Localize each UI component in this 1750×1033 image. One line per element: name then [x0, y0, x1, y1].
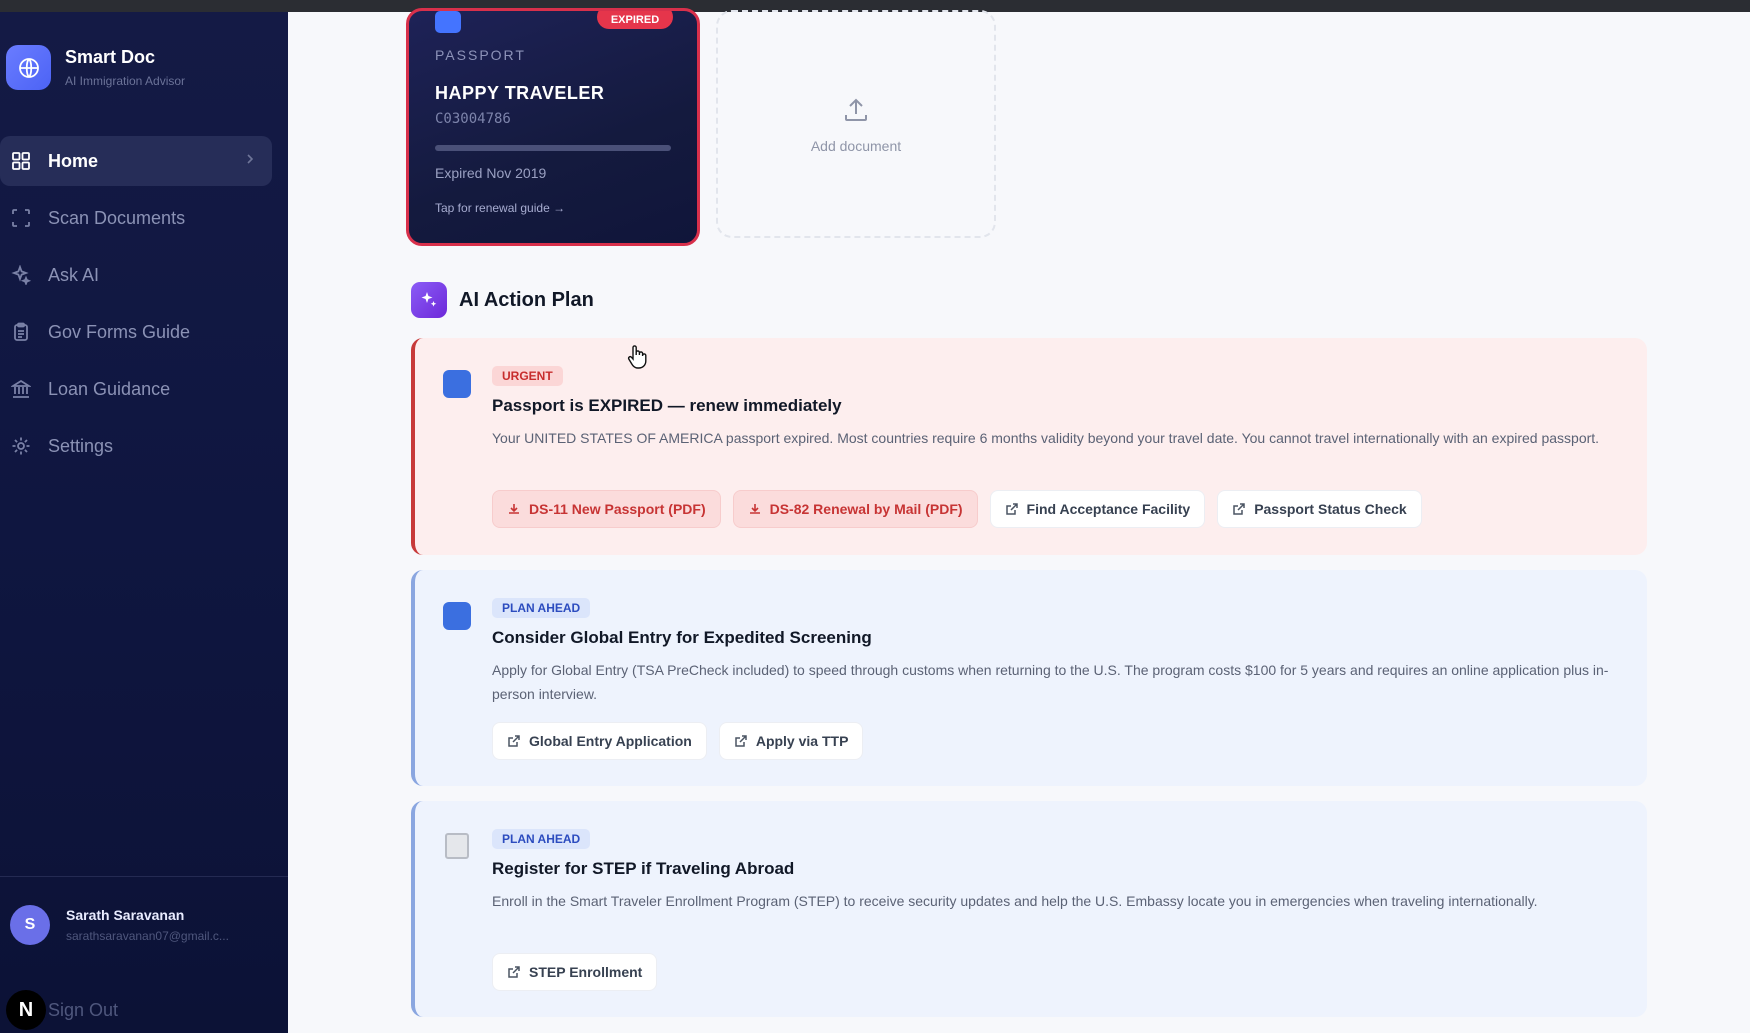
card-title: Register for STEP if Traveling Abroad	[492, 859, 795, 878]
sparkle-icon	[10, 264, 32, 286]
grid-icon	[10, 150, 32, 172]
brand-title: Smart Doc	[65, 47, 156, 67]
sign-out-button[interactable]: N Sign Out	[6, 990, 118, 1030]
passport-icon	[443, 370, 471, 398]
sidebar-item-label: Loan Guidance	[48, 378, 171, 399]
chevron-right-icon	[246, 152, 254, 170]
sidebar-item-gov-forms-guide[interactable]: Gov Forms Guide	[0, 307, 272, 357]
external-link-icon	[507, 965, 521, 979]
expiry-date: Expired Nov 2019	[435, 165, 547, 181]
sidebar-divider	[0, 876, 288, 877]
download-icon	[748, 502, 762, 516]
plan-ahead-tag: PLAN AHEAD	[492, 829, 591, 849]
sidebar-item-home[interactable]: Home	[0, 136, 272, 186]
passport-card[interactable]: EXPIRED PASSPORT HAPPY TRAVELER C0300478…	[406, 8, 700, 246]
sidebar-item-label: Gov Forms Guide	[48, 321, 191, 342]
card-description: Apply for Global Entry (TSA PreCheck inc…	[492, 662, 1609, 702]
sidebar-item-scan-documents[interactable]: Scan Documents	[0, 193, 272, 243]
document-icon	[445, 833, 469, 859]
plan-ahead-tag: PLAN AHEAD	[492, 598, 591, 618]
sidebar-item-label: Ask AI	[48, 264, 100, 285]
button-label: Find Acceptance Facility	[1026, 501, 1191, 517]
brand-subtitle: AI Immigration Advisor	[65, 74, 186, 88]
urgent-tag: URGENT	[492, 366, 563, 386]
passport-icon	[443, 602, 471, 630]
holder-name: HAPPY TRAVELER	[435, 83, 605, 103]
button-label: Global Entry Application	[529, 733, 692, 749]
globe-icon	[6, 45, 51, 90]
ds82-download-button[interactable]: DS-82 Renewal by Mail (PDF)	[732, 490, 978, 528]
add-document-label: Add document	[810, 137, 902, 154]
add-document-tile[interactable]: Add document	[716, 10, 996, 238]
sidebar-item-ask-ai[interactable]: Ask AI	[0, 250, 272, 300]
sidebar-item-label: Home	[48, 150, 99, 171]
clipboard-icon	[10, 321, 32, 343]
renewal-guide-link[interactable]: Tap for renewal guide →	[435, 201, 565, 215]
card-description: Enroll in the Smart Traveler Enrollment …	[492, 893, 1538, 909]
action-card-urgent: URGENT Passport is EXPIRED — renew immed…	[411, 338, 1647, 555]
download-icon	[507, 502, 521, 516]
sidebar-item-settings[interactable]: Settings	[0, 421, 272, 471]
ds11-download-button[interactable]: DS-11 New Passport (PDF)	[492, 490, 721, 528]
sidebar: Smart Doc AI Immigration Advisor Home Sc…	[0, 12, 288, 1033]
brand[interactable]: Smart Doc AI Immigration Advisor	[6, 45, 185, 90]
expired-badge: EXPIRED	[597, 11, 673, 29]
action-card-step: PLAN AHEAD Register for STEP if Travelin…	[411, 801, 1647, 1017]
button-label: STEP Enrollment	[529, 964, 643, 980]
global-entry-application-button[interactable]: Global Entry Application	[492, 722, 707, 760]
card-title: Consider Global Entry for Expedited Scre…	[492, 628, 872, 647]
card-actions: Global Entry Application Apply via TTP	[492, 722, 875, 760]
n-badge: N	[6, 990, 46, 1030]
button-label: DS-82 Renewal by Mail (PDF)	[769, 501, 963, 517]
apply-via-ttp-button[interactable]: Apply via TTP	[718, 722, 864, 760]
sidebar-nav: Home Scan Documents Ask AI Gov Forms Gui…	[0, 136, 288, 478]
scan-icon	[10, 207, 32, 229]
sidebar-item-label: Settings	[48, 435, 114, 456]
action-card-global-entry: PLAN AHEAD Consider Global Entry for Exp…	[411, 570, 1647, 786]
upload-icon	[841, 95, 871, 130]
external-link-icon	[1005, 502, 1019, 516]
passport-status-check-button[interactable]: Passport Status Check	[1217, 490, 1422, 528]
button-label: Passport Status Check	[1254, 501, 1407, 517]
card-actions: DS-11 New Passport (PDF) DS-82 Renewal b…	[492, 490, 1434, 528]
avatar: S	[10, 905, 50, 945]
find-acceptance-facility-button[interactable]: Find Acceptance Facility	[989, 490, 1206, 528]
gear-icon	[10, 435, 32, 457]
user-email: sarathsaravanan07@gmail.c...	[66, 929, 229, 943]
card-description: Your UNITED STATES OF AMERICA passport e…	[492, 430, 1600, 446]
flag-icon	[435, 11, 461, 33]
external-link-icon	[1232, 502, 1246, 516]
button-label: Apply via TTP	[755, 733, 849, 749]
external-link-icon	[507, 734, 521, 748]
document-type: PASSPORT	[435, 47, 526, 63]
sidebar-item-loan-guidance[interactable]: Loan Guidance	[0, 364, 272, 414]
hand-cursor-icon	[626, 344, 648, 375]
user-name: Sarath Saravanan	[66, 907, 185, 923]
bank-icon	[10, 378, 32, 400]
step-enrollment-button[interactable]: STEP Enrollment	[492, 953, 658, 991]
external-link-icon	[734, 734, 748, 748]
passport-number: C03004786	[435, 111, 511, 127]
validity-bar	[435, 145, 671, 151]
action-plan-header: AI Action Plan	[411, 282, 594, 318]
sign-out-label: Sign Out	[48, 999, 119, 1020]
button-label: DS-11 New Passport (PDF)	[529, 501, 706, 517]
action-plan-title: AI Action Plan	[459, 288, 594, 311]
card-title: Passport is EXPIRED — renew immediately	[492, 396, 842, 415]
user-profile[interactable]: S Sarath Saravanan sarathsaravanan07@gma…	[10, 905, 229, 945]
card-actions: STEP Enrollment	[492, 953, 669, 991]
sparkle-icon	[411, 282, 447, 318]
sidebar-item-label: Scan Documents	[48, 207, 186, 228]
